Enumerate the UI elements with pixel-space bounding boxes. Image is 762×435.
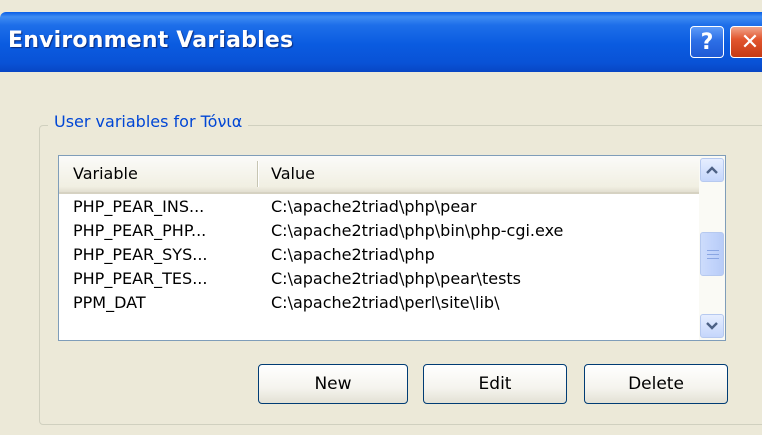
- variable-name-cell: PHP_PEAR_TES...: [73, 269, 208, 288]
- list-row[interactable]: PHP_PEAR_SYS... C:\apache2triad\php: [59, 244, 699, 268]
- variable-name-cell: PPM_DAT: [73, 293, 146, 312]
- delete-button[interactable]: Delete: [584, 364, 728, 404]
- chevron-down-icon: [706, 322, 718, 330]
- grip-line: [707, 258, 719, 259]
- variable-value-cell: C:\apache2triad\php\bin\php-cgi.exe: [271, 221, 564, 240]
- column-separator[interactable]: [257, 161, 259, 187]
- user-variables-label: User variables for Tóνια: [48, 112, 249, 131]
- grip-line: [707, 250, 719, 251]
- column-header-variable[interactable]: Variable: [73, 164, 138, 183]
- variable-value-cell: C:\apache2triad\php\pear\tests: [271, 269, 522, 288]
- environment-variables-dialog: Environment Variables ? ✕ User variables…: [0, 0, 762, 435]
- list-row[interactable]: PPM_DAT C:\apache2triad\perl\site\lib\: [59, 292, 699, 316]
- window-title: Environment Variables: [8, 28, 294, 53]
- variable-name-cell: PHP_PEAR_INS...: [73, 197, 205, 216]
- variable-name-cell: PHP_PEAR_SYS...: [73, 245, 208, 264]
- list-row[interactable]: PHP_PEAR_TES... C:\apache2triad\php\pear…: [59, 268, 699, 292]
- close-button[interactable]: ✕: [730, 26, 762, 58]
- chevron-up-icon: [706, 166, 718, 174]
- variable-value-cell: C:\apache2triad\php: [271, 245, 435, 264]
- user-variables-list[interactable]: Variable Value PHP_PEAR_INS... C:\apache…: [58, 155, 726, 341]
- list-rows: PHP_PEAR_INS... C:\apache2triad\php\pear…: [59, 196, 699, 316]
- variable-value-cell: C:\apache2triad\perl\site\lib\: [271, 293, 500, 312]
- grip-line: [707, 254, 719, 255]
- list-row[interactable]: PHP_PEAR_INS... C:\apache2triad\php\pear: [59, 196, 699, 220]
- list-row[interactable]: PHP_PEAR_PHP... C:\apache2triad\php\bin\…: [59, 220, 699, 244]
- scroll-thumb[interactable]: [700, 232, 724, 276]
- variable-name-cell: PHP_PEAR_PHP...: [73, 221, 207, 240]
- new-button[interactable]: New: [258, 364, 408, 404]
- edit-button[interactable]: Edit: [423, 364, 567, 404]
- title-bar[interactable]: Environment Variables ? ✕: [0, 12, 762, 72]
- help-button[interactable]: ?: [690, 26, 724, 58]
- column-header-value[interactable]: Value: [271, 164, 315, 183]
- vertical-scrollbar[interactable]: [699, 156, 725, 340]
- scroll-up-button[interactable]: [700, 158, 724, 182]
- scroll-down-button[interactable]: [700, 314, 724, 338]
- list-header: Variable Value: [59, 156, 699, 194]
- variable-value-cell: C:\apache2triad\php\pear: [271, 197, 477, 216]
